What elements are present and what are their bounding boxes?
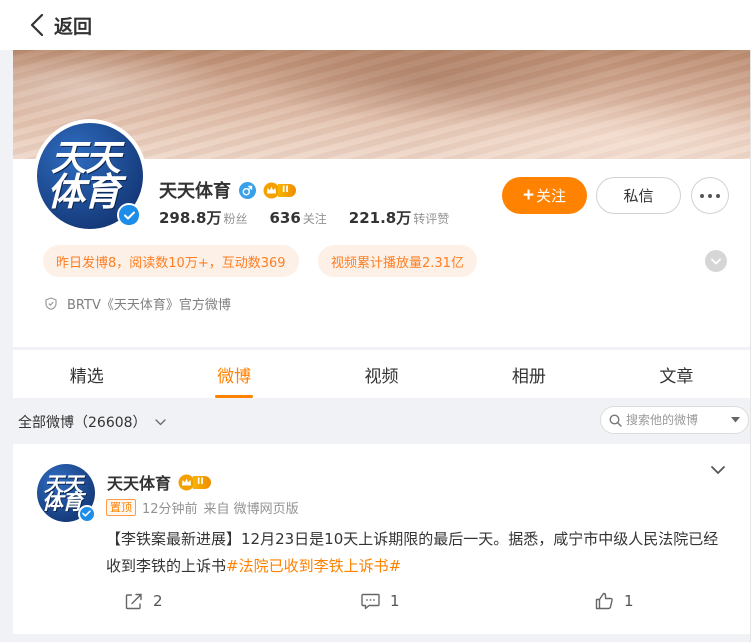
expand-info-button[interactable] [705, 250, 727, 272]
verified-icon [117, 203, 141, 227]
stat-fans-value: 298.8万 [159, 209, 222, 227]
post-author-row: 天天体育 II [107, 470, 211, 494]
profile-name-row: 天天体育 II [159, 177, 296, 203]
like-count: 1 [624, 592, 634, 610]
message-label: 私信 [623, 188, 654, 205]
video-stats-text: 视频累计播放量2.31亿 [331, 255, 464, 271]
more-button[interactable] [691, 177, 729, 214]
official-verification: BRTV《天天体育》官方微博 [45, 294, 231, 313]
stat-interactions-value: 221.8万 [348, 209, 412, 227]
official-text: BRTV《天天体育》官方微博 [67, 298, 231, 313]
like-button[interactable]: 1 [595, 592, 634, 610]
avatar-logo-text-bottom: 体育 [42, 490, 83, 514]
profile-name: 天天体育 [159, 181, 231, 202]
stat-following-value: 636 [269, 209, 301, 227]
male-icon [239, 181, 256, 199]
level-badge-text: II [278, 183, 296, 197]
post-body: 【李铁案最新进展】12月23日是10天上诉期限的最后一天。据悉，咸宁市中级人民法… [106, 530, 719, 575]
all-posts-filter[interactable]: 全部微博（26608） [18, 412, 166, 432]
tab-articles[interactable]: 文章 [603, 350, 750, 398]
avatar-logo-text-bottom: 体育 [47, 170, 121, 214]
daily-stats-text: 昨日发博8，阅读数10万+，互动数369 [56, 255, 286, 271]
shield-icon [45, 297, 57, 310]
profile-card: 天天 体育 天天体育 II 298.8万 粉丝 636 关注 221.8万 转评赞 +… [13, 50, 750, 347]
post-meta: 置顶 12分钟前 来自 微博网页版 [106, 498, 299, 517]
level-badge-text: II [193, 475, 211, 489]
more-dots-icon [700, 193, 704, 198]
post-actions: 2 1 1 [13, 592, 750, 618]
profile-stats: 298.8万 粉丝 636 关注 221.8万 转评赞 [159, 207, 471, 228]
post-card: 天天 体育 天天体育 II 置顶 12分钟前 来自 微博网页版 【李铁案最新进展… [13, 444, 750, 634]
comment-icon [361, 593, 380, 609]
repost-icon [125, 593, 142, 609]
post-text: 【李铁案最新进展】12月23日是10天上诉期限的最后一天。据悉，咸宁市中级人民法… [106, 526, 728, 580]
tab-weibo[interactable]: 微博 [160, 350, 307, 398]
post-time[interactable]: 12分钟前 [142, 498, 198, 517]
comment-button[interactable]: 1 [361, 592, 400, 610]
feed-filter-row: 全部微博（26608） [0, 398, 751, 444]
level-badge[interactable]: II [263, 182, 296, 199]
daily-stats-chip[interactable]: 昨日发博8，阅读数10万+，互动数369 [43, 245, 299, 277]
verified-icon [78, 505, 96, 523]
chevron-down-icon [154, 418, 166, 425]
stat-fans-label: 粉丝 [223, 212, 248, 226]
message-button[interactable]: 私信 [596, 177, 681, 214]
post-source: 来自 微博网页版 [203, 502, 299, 517]
profile-tabs: 精选 微博 视频 相册 文章 [13, 350, 750, 398]
back-button[interactable]: 返回 [30, 10, 92, 40]
plus-icon: + [522, 184, 535, 206]
follow-label: 关注 [536, 188, 567, 205]
stat-interactions[interactable]: 221.8万 转评赞 [349, 207, 449, 228]
post-author-name[interactable]: 天天体育 [107, 470, 171, 494]
stat-fans[interactable]: 298.8万 粉丝 [159, 207, 247, 228]
search-icon [609, 413, 622, 427]
back-label: 返回 [54, 15, 93, 38]
follow-button[interactable]: + 关注 [502, 177, 587, 214]
video-stats-chip[interactable]: 视频累计播放量2.31亿 [318, 245, 477, 277]
comment-count: 1 [390, 592, 400, 610]
caret-down-icon[interactable] [731, 417, 740, 423]
post-menu-button[interactable] [710, 460, 728, 478]
repost-count: 2 [153, 592, 163, 610]
search-input[interactable] [626, 413, 718, 427]
post-search [600, 406, 749, 434]
pinned-tag: 置顶 [106, 499, 136, 516]
post-hashtag[interactable]: #法院已收到李铁上诉书# [226, 557, 401, 575]
chevron-down-icon [711, 466, 725, 474]
level-badge[interactable]: II [178, 474, 211, 491]
stat-interactions-label: 转评赞 [413, 212, 450, 226]
tab-album[interactable]: 相册 [455, 350, 602, 398]
stat-following[interactable]: 636 关注 [269, 209, 326, 227]
tab-video[interactable]: 视频 [308, 350, 455, 398]
thumbs-up-icon [595, 592, 613, 610]
chevron-down-icon [711, 258, 721, 264]
repost-button[interactable]: 2 [125, 592, 163, 610]
stat-following-label: 关注 [302, 212, 327, 226]
all-posts-label: 全部微博（26608） [18, 415, 147, 431]
chevron-left-icon [30, 10, 50, 40]
tab-featured[interactable]: 精选 [13, 350, 160, 398]
top-bar: 返回 [0, 0, 751, 50]
